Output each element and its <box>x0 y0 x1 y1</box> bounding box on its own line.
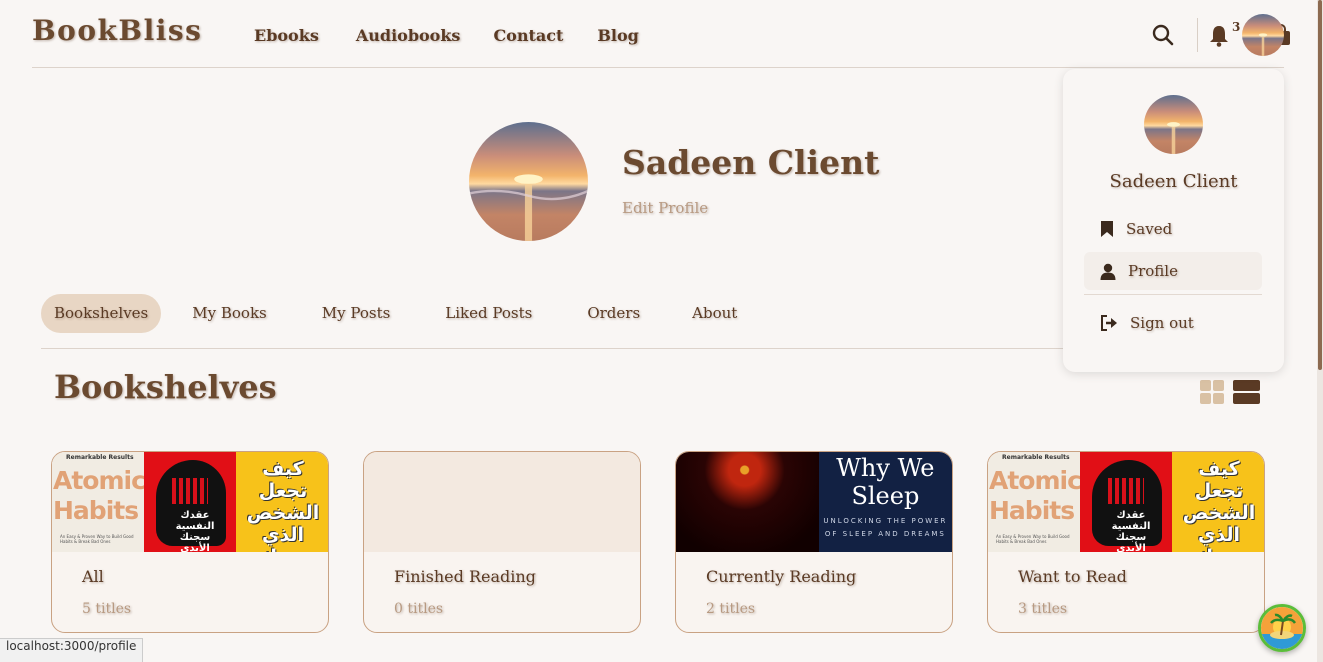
book-cover-why-we-sleep: Why We Sleep UNLOCKING THE POWER OF SLEE… <box>818 452 952 552</box>
tabs-divider <box>41 348 1071 349</box>
dropdown-avatar <box>1144 95 1203 154</box>
nav-audiobooks[interactable]: Audiobooks <box>356 26 461 45</box>
menu-item-label: Saved <box>1126 220 1173 238</box>
status-bar-url: localhost:3000/profile <box>0 638 144 662</box>
cover-text: An Easy & Proven Way to Build Good Habit… <box>996 534 1070 544</box>
site-header: BookBliss Ebooks Audiobooks Contact Blog… <box>32 0 1290 68</box>
cover-text: كيف تجعل الشخص الذي يحبك <box>246 458 320 552</box>
shelf-card-want-to-read[interactable]: Remarkable Results Atomic Habits An Easy… <box>987 451 1265 633</box>
cover-text: Remarkable Results <box>1002 454 1070 461</box>
cover-text: Remarkable Results <box>66 454 134 461</box>
bell-icon[interactable] <box>1208 24 1230 48</box>
cover-text: عقدك النفسية سجنك الأبدي <box>175 510 215 552</box>
cover-text: Atomic Habits <box>989 466 1080 525</box>
shelf-card-finished-reading[interactable]: Finished Reading 0 titles <box>363 451 641 633</box>
shelf-count: 3 titles <box>1018 601 1068 617</box>
book-cover-red: عقدك النفسية سجنك الأبدي <box>144 452 236 552</box>
menu-divider <box>1084 294 1262 295</box>
tab-my-books[interactable]: My Books <box>179 294 279 333</box>
menu-item-profile[interactable]: Profile <box>1084 252 1262 290</box>
book-cover-yellow: كيف تجعل الشخص الذي يحبك <box>236 452 328 552</box>
shelf-name: Currently Reading <box>706 567 857 586</box>
book-cover-yellow: كيف تجعل الشخص الذي يحبك <box>1172 452 1264 552</box>
nav-ebooks[interactable]: Ebooks <box>254 26 319 45</box>
shelf-count: 5 titles <box>82 601 132 617</box>
dropdown-username: Sadeen Client <box>1109 171 1238 192</box>
tab-about[interactable]: About <box>679 294 750 333</box>
profile-tabs: Bookshelves My Books My Posts Liked Post… <box>41 294 750 333</box>
shelf-name: All <box>82 567 104 586</box>
header-divider <box>1197 18 1198 52</box>
book-cover-dark-eye <box>676 452 819 552</box>
scrollbar-thumb[interactable] <box>1318 0 1322 370</box>
search-icon[interactable] <box>1150 22 1176 48</box>
user-icon <box>1100 263 1116 280</box>
shelf-count: 0 titles <box>394 601 444 617</box>
island-icon <box>1261 607 1303 649</box>
nav-blog[interactable]: Blog <box>597 26 638 45</box>
menu-item-label: Sign out <box>1130 314 1194 332</box>
shelf-card-currently-reading[interactable]: Why We Sleep UNLOCKING THE POWER OF SLEE… <box>675 451 953 633</box>
profile-name: Sadeen Client <box>622 143 880 182</box>
shelf-cover: Remarkable Results Atomic Habits An Easy… <box>988 452 1264 552</box>
header-actions: 3 <box>1094 14 1290 56</box>
sign-out-icon <box>1101 315 1117 331</box>
tab-bookshelves[interactable]: Bookshelves <box>41 294 162 333</box>
view-toggle <box>1200 380 1260 404</box>
profile-avatar <box>469 122 588 241</box>
menu-item-saved[interactable]: Saved <box>1084 210 1262 248</box>
cover-text: Why We Sleep <box>836 454 935 510</box>
edit-profile-link[interactable]: Edit Profile <box>622 199 708 217</box>
grid-view-icon[interactable] <box>1200 380 1224 404</box>
menu-item-label: Profile <box>1128 262 1178 280</box>
nav-contact[interactable]: Contact <box>493 26 563 45</box>
shelf-cover: Why We Sleep UNLOCKING THE POWER OF SLEE… <box>676 452 952 552</box>
menu-item-sign-out[interactable]: Sign out <box>1084 304 1262 342</box>
cover-text: UNLOCKING THE POWER OF SLEEP AND DREAMS <box>823 517 948 538</box>
page-scrollbar[interactable] <box>1317 0 1323 662</box>
book-cover-red: عقدك النفسية سجنك الأبدي <box>1080 452 1172 552</box>
shelf-name: Want to Read <box>1018 567 1127 586</box>
book-cover-atomic-habits: Remarkable Results Atomic Habits An Easy… <box>988 452 1080 552</box>
cover-text: Atomic Habits <box>53 466 144 525</box>
cover-text: كيف تجعل الشخص الذي يحبك <box>1182 458 1256 552</box>
user-dropdown-menu: Sadeen Client Saved Profile Sign out <box>1063 69 1284 372</box>
tab-orders[interactable]: Orders <box>574 294 653 333</box>
tab-my-posts[interactable]: My Posts <box>309 294 404 333</box>
section-title: Bookshelves <box>54 368 277 406</box>
island-chat-button[interactable] <box>1258 604 1306 652</box>
shelf-cover-empty <box>364 452 640 552</box>
list-view-icon[interactable] <box>1233 380 1260 404</box>
cover-text: An Easy & Proven Way to Build Good Habit… <box>60 534 134 544</box>
site-logo[interactable]: BookBliss <box>32 14 202 47</box>
shelf-card-all[interactable]: Remarkable Results Atomic Habits An Easy… <box>51 451 329 633</box>
cover-text: عقدك النفسية سجنك الأبدي <box>1111 510 1151 552</box>
shelf-cover: Remarkable Results Atomic Habits An Easy… <box>52 452 328 552</box>
shelf-count: 2 titles <box>706 601 756 617</box>
notification-badge: 3 <box>1232 20 1241 34</box>
bookmark-icon <box>1101 221 1113 237</box>
main-nav: Ebooks Audiobooks Contact Blog <box>254 26 639 45</box>
shelf-name: Finished Reading <box>394 567 536 586</box>
book-cover-atomic-habits: Remarkable Results Atomic Habits An Easy… <box>52 452 144 552</box>
tab-liked-posts[interactable]: Liked Posts <box>432 294 545 333</box>
user-avatar-button[interactable] <box>1242 14 1284 56</box>
